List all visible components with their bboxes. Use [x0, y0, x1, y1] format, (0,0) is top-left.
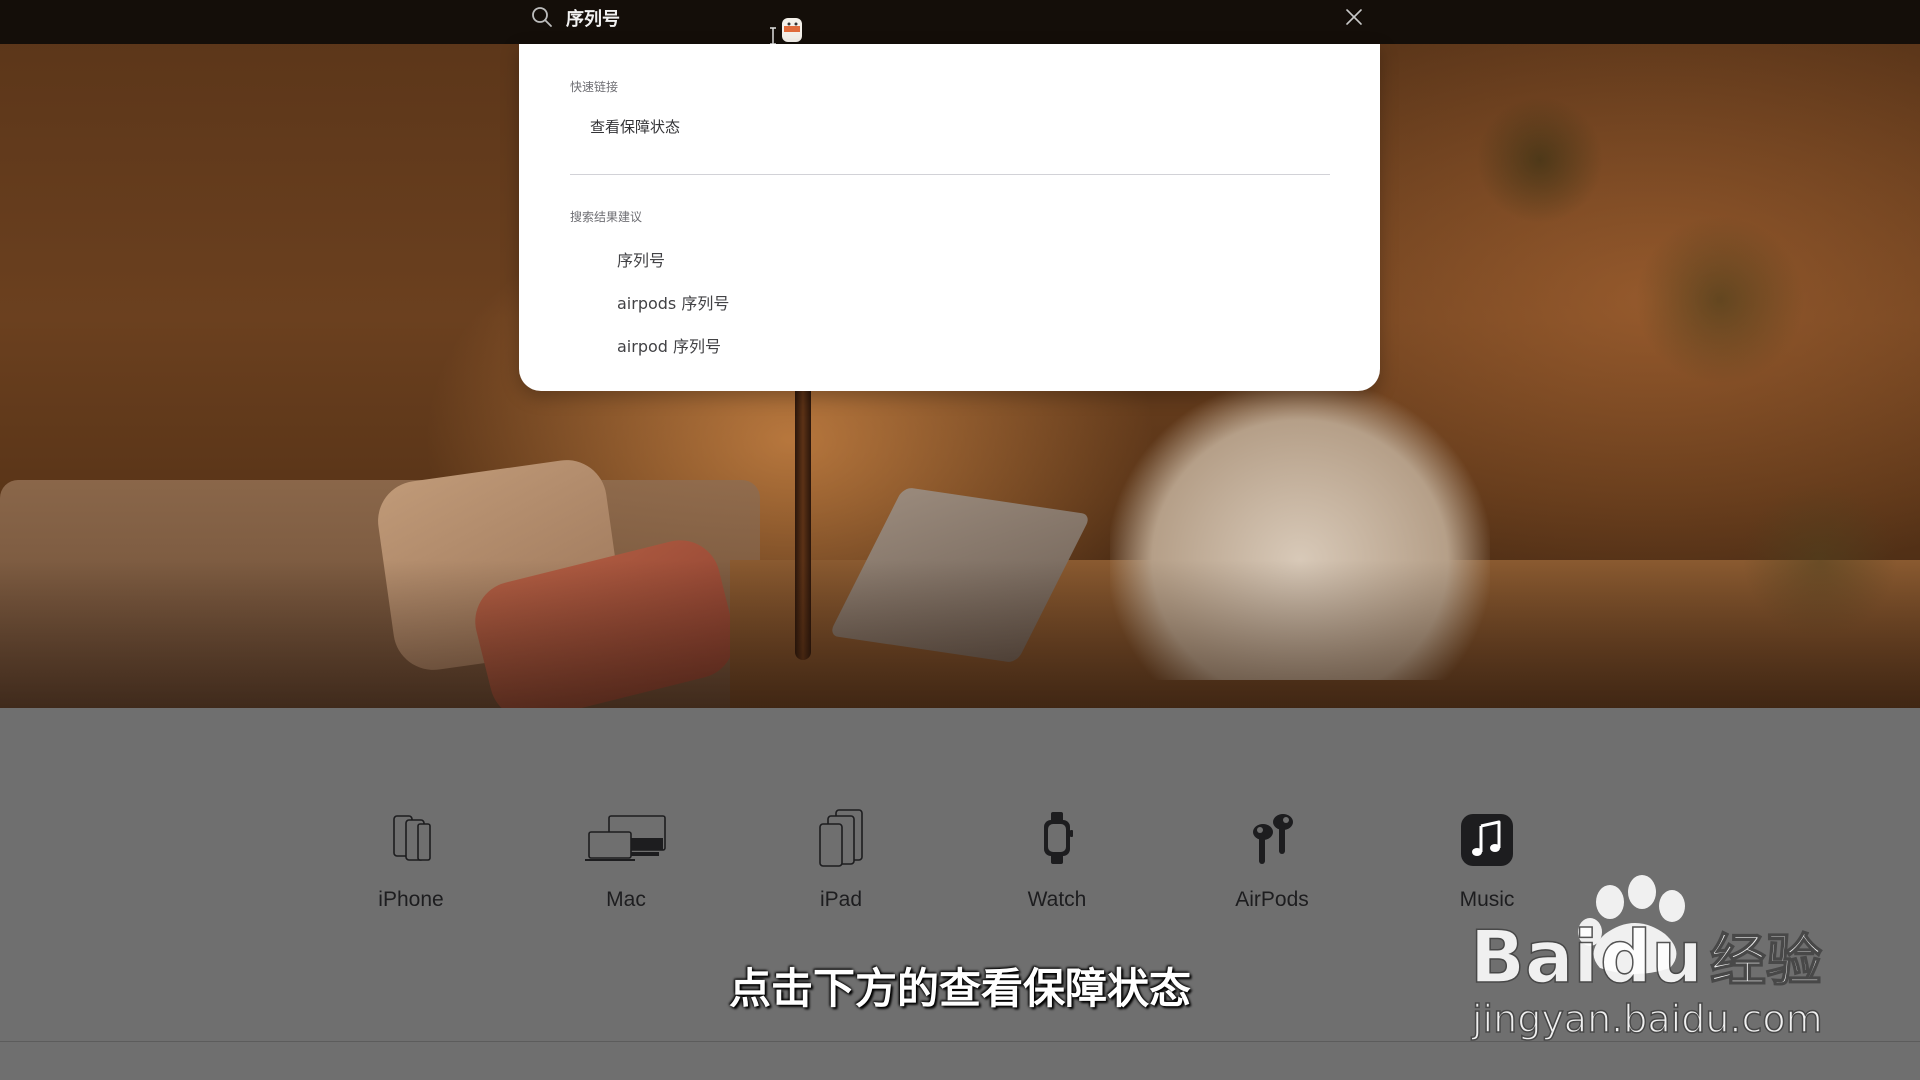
watch-icon [1044, 812, 1073, 864]
search-icon [532, 7, 552, 27]
suggestion-item[interactable]: 序列号 [617, 247, 665, 271]
product-label: Mac [606, 888, 646, 911]
product-ipad[interactable]: iPad [761, 808, 921, 918]
plants-shape [1380, 40, 1920, 640]
suggestion-item[interactable]: airpods 序列号 [617, 290, 729, 314]
hero-shadow [0, 560, 1920, 708]
product-label: AirPods [1235, 888, 1309, 911]
product-watch[interactable]: Watch [977, 808, 1137, 918]
product-label: iPhone [378, 888, 444, 911]
search-input[interactable] [566, 4, 1326, 32]
suggestions-title: 搜索结果建议 [570, 210, 643, 224]
search-dropdown: 快速链接 查看保障状态 搜索结果建议 序列号 airpods 序列号 airpo… [519, 44, 1380, 391]
svg-text:du: du [1600, 915, 1703, 999]
svg-text:jingyan.baidu.com: jingyan.baidu.com [1471, 997, 1823, 1041]
divider [570, 174, 1330, 175]
page: 快速链接 查看保障状态 搜索结果建议 序列号 airpods 序列号 airpo… [0, 0, 1920, 1080]
product-airpods[interactable]: AirPods [1192, 808, 1352, 918]
quick-link-warranty-status[interactable]: 查看保障状态 [590, 116, 680, 137]
music-icon [1461, 814, 1513, 866]
footer-strip [0, 1042, 1920, 1080]
product-iphone[interactable]: iPhone [331, 808, 491, 918]
cursor-icon [770, 18, 802, 45]
baidu-watermark-icon: Bai du 经验 jingyan.baidu.com [1470, 875, 1823, 1042]
close-icon[interactable] [1344, 7, 1364, 27]
suggestion-item[interactable]: airpod 序列号 [617, 333, 721, 357]
product-label: iPad [819, 888, 863, 911]
search-bar [0, 0, 1920, 45]
quick-links-title: 快速链接 [570, 80, 619, 94]
ipad-icon [819, 809, 863, 867]
airpods-icon [1253, 814, 1293, 864]
iphone-icon [393, 815, 431, 861]
svg-text:经验: 经验 [1710, 929, 1822, 994]
mac-icon [585, 815, 666, 861]
product-label: Watch [1027, 888, 1087, 911]
svg-text:Bai: Bai [1470, 915, 1598, 999]
product-mac[interactable]: Mac [546, 808, 706, 918]
